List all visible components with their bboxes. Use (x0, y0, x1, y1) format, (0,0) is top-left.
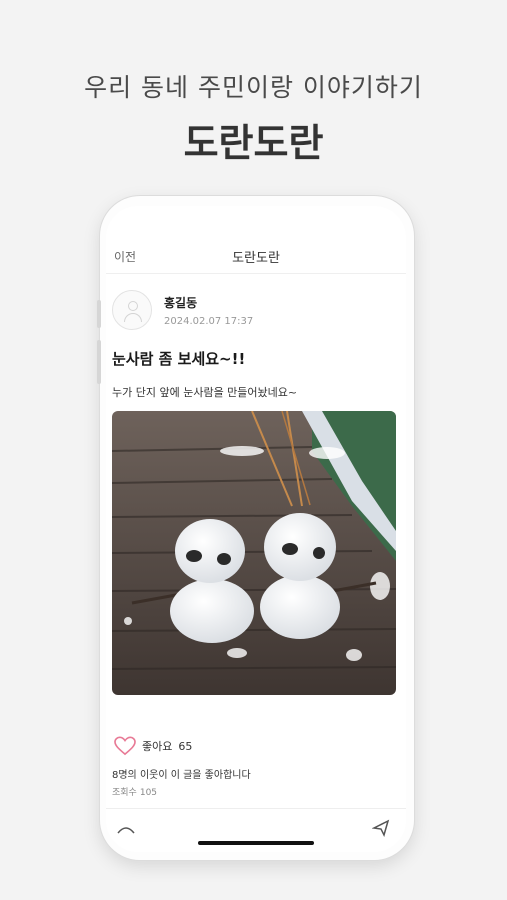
post-date: 2024.02.07 17:37 (164, 315, 254, 327)
nav-bar: 이전 도란도란 (106, 206, 406, 274)
promo-subtitle: 우리 동네 주민이랑 이야기하기 (84, 73, 423, 102)
views-label: 조회수 (112, 788, 137, 798)
post-title: 눈사람 좀 보세요~!! (112, 350, 246, 368)
avatar[interactable] (112, 290, 152, 330)
author-name: 홍길동 (164, 295, 198, 310)
post-photo[interactable] (112, 411, 396, 695)
app-screen: 이전 도란도란 홍길동 2024.02.07 17:37 눈사람 좀 보세요~!… (106, 206, 406, 852)
view-count: 조회수 105 (112, 785, 157, 798)
phone-side-button (97, 340, 101, 384)
author-info: 홍길동 2024.02.07 17:37 (164, 294, 253, 327)
image-icon[interactable] (116, 821, 136, 841)
nav-title: 도란도란 (232, 251, 280, 266)
heart-outline-icon[interactable] (114, 736, 136, 756)
like-row: 좋아요 65 (114, 736, 192, 756)
home-indicator (198, 841, 314, 845)
promo-title: 도란도란 (183, 121, 324, 165)
snowmen-photo-icon (112, 411, 396, 695)
views-count: 105 (139, 788, 158, 798)
like-summary: 8명의 이웃이 이 글을 좋아합니다 (112, 770, 251, 781)
post-author: 홍길동 2024.02.07 17:37 (112, 290, 253, 330)
post-body: 누가 단지 앞에 눈사람을 만들어놨네요~ (112, 386, 298, 399)
send-icon[interactable] (371, 819, 390, 841)
comment-bar (106, 808, 406, 852)
like-count: 65 (178, 739, 193, 753)
phone-side-button (97, 300, 101, 328)
like-label[interactable]: 좋아요 (142, 738, 172, 754)
